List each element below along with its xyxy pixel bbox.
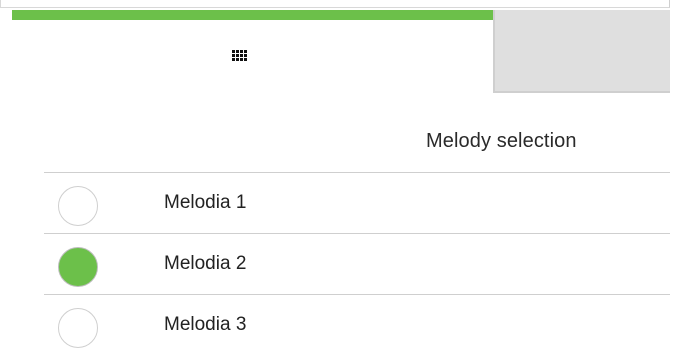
grid-icon-dot [236, 50, 239, 53]
top-frame [0, 0, 670, 8]
list-item-label: Melodia 3 [164, 314, 247, 335]
radio-button-selected[interactable] [58, 247, 98, 287]
grid-icon-dot [236, 58, 239, 61]
list-item[interactable]: Melodia 3 [44, 295, 670, 355]
page-title: Melody selection [426, 130, 577, 152]
grid-icon-dot [244, 50, 247, 53]
grid-icon-dot [236, 54, 239, 57]
list-item-label: Melodia 2 [164, 253, 247, 274]
tab-active[interactable] [12, 10, 493, 93]
grid-icon-dot [244, 58, 247, 61]
grid-icon-dot [232, 54, 235, 57]
grid-icon-dot [232, 50, 235, 53]
tab-inactive[interactable] [493, 10, 670, 93]
grid-icon-dot [240, 54, 243, 57]
grid-icon-dot [232, 58, 235, 61]
radio-button[interactable] [58, 308, 98, 348]
grid-icon-dot [240, 58, 243, 61]
melody-list: Melodia 1 Melodia 2 Melodia 3 [44, 172, 670, 355]
grid-icon-dot [244, 54, 247, 57]
radio-button[interactable] [58, 186, 98, 226]
list-item[interactable]: Melodia 2 [44, 234, 670, 295]
grid-icon-dot [240, 50, 243, 53]
list-item[interactable]: Melodia 1 [44, 173, 670, 234]
list-item-label: Melodia 1 [164, 192, 247, 213]
grid-icon[interactable] [232, 50, 247, 61]
